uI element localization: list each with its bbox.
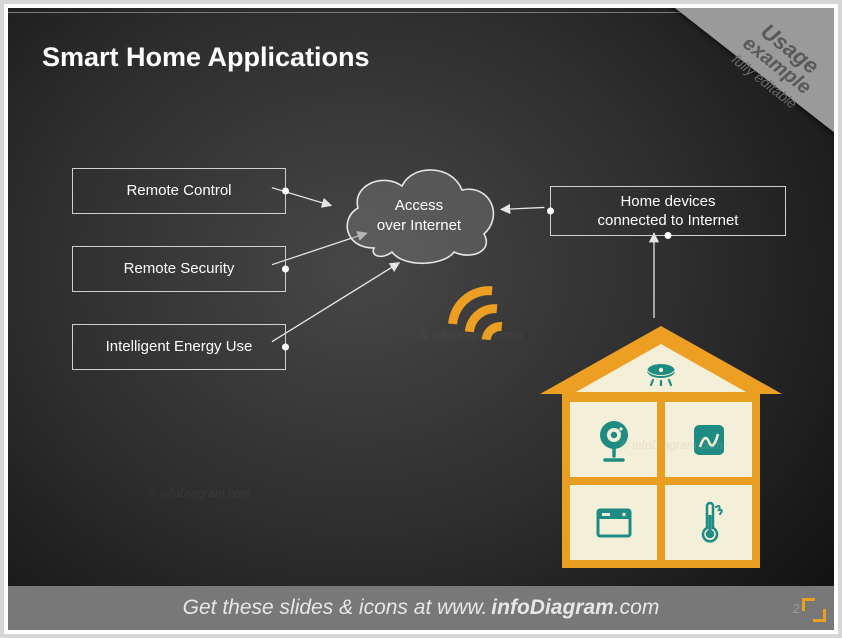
smoke-detector-icon: [540, 362, 782, 391]
room-bottom-left: [570, 485, 657, 560]
footer-prefix: Get these slides & icons at www.: [183, 596, 488, 620]
cloud-label: Access over Internet: [334, 196, 504, 235]
connector-dot: [547, 208, 554, 215]
box-label: Intelligent Energy Use: [106, 337, 253, 357]
room-bottom-right: [665, 485, 752, 560]
watermark: © infoDiagram.com: [148, 486, 251, 500]
box-intelligent-energy: Intelligent Energy Use: [72, 324, 286, 370]
footer-bold: infoDiagram: [491, 596, 614, 620]
slide-title: Smart Home Applications: [42, 42, 370, 73]
box-label: Remote Security: [124, 259, 235, 279]
footer-suffix: .com: [614, 596, 660, 620]
box-home-devices: Home devices connected to Internet: [550, 186, 786, 236]
box-remote-control: Remote Control: [72, 168, 286, 214]
corner-bracket-icon: [802, 598, 826, 622]
page-number: 2: [793, 601, 800, 616]
box-label: Remote Control: [126, 181, 231, 201]
watermark: © infoDiagram.com: [420, 328, 523, 342]
box-remote-security: Remote Security: [72, 246, 286, 292]
watermark: © infoDiagram.com: [620, 438, 723, 452]
connector-dot: [665, 232, 672, 239]
box-label: Home devices connected to Internet: [598, 192, 739, 231]
wifi-signal-icon: [435, 276, 535, 376]
connector-dot: [282, 188, 289, 195]
image-frame: Usage example fully editable Smart Home …: [0, 0, 842, 638]
connector-dot: [282, 266, 289, 273]
footer-bar: Get these slides & icons at www. infoDia…: [8, 586, 834, 630]
dishwasher-icon: [594, 506, 634, 540]
slide: Usage example fully editable Smart Home …: [8, 8, 834, 630]
connector-dot: [282, 344, 289, 351]
house-rooms: [562, 394, 760, 568]
cloud-shape: Access over Internet: [334, 156, 504, 266]
thermometer-icon: [693, 501, 725, 545]
